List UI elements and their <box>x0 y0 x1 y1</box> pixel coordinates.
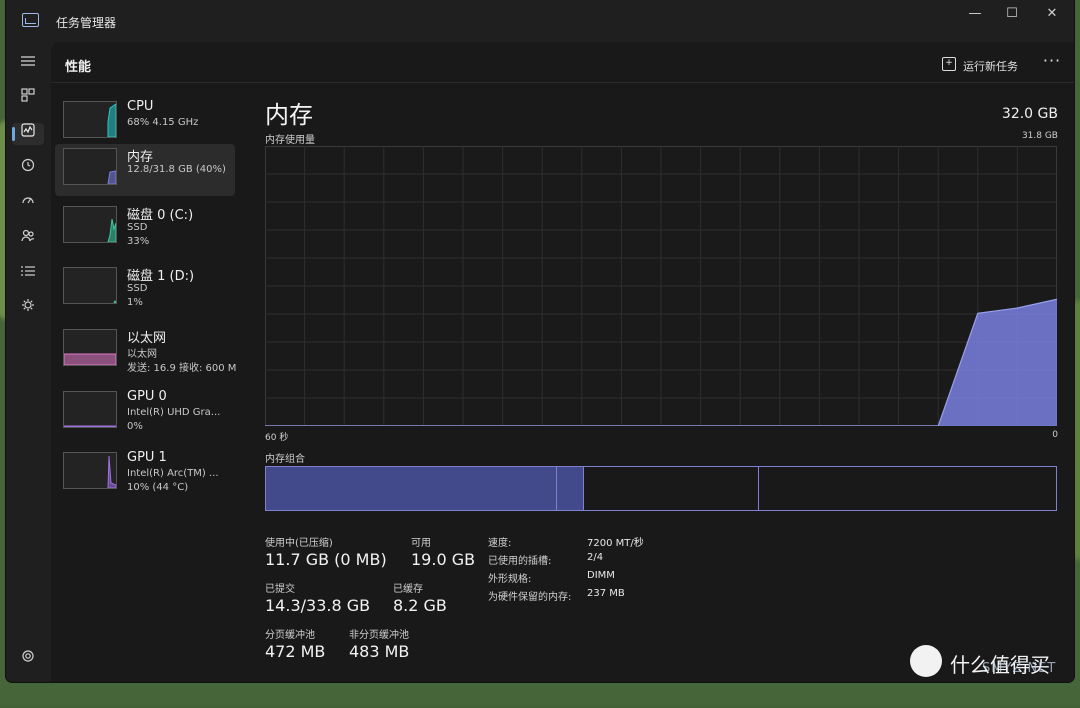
spec-reserved-value: 237 MB <box>587 588 625 599</box>
resource-thumbnail-graph <box>63 391 117 428</box>
in-use-value: 11.7 GB (0 MB) <box>265 550 387 569</box>
resource-thumbnail-graph <box>63 101 117 138</box>
resource-detail: 12.8/31.8 GB (40%) <box>127 164 226 175</box>
header-divider <box>51 82 1074 83</box>
spec-slots-value: 2/4 <box>587 552 604 563</box>
history-icon[interactable] <box>17 157 39 179</box>
resource-detail: Intel(R) Arc(TM) ... <box>127 468 219 479</box>
resource-name: 磁盘 0 (C:) <box>127 208 194 223</box>
resource-name: GPU 1 <box>127 450 167 465</box>
window-title: 任务管理器 <box>56 16 117 30</box>
cached-value: 8.2 GB <box>393 596 447 615</box>
resource-thumbnail-graph <box>63 206 117 243</box>
nav-active-indicator <box>12 127 15 141</box>
resource-detail: SSD <box>127 283 148 294</box>
task-manager-app-icon <box>22 13 39 27</box>
resource-name: 磁盘 1 (D:) <box>127 269 195 284</box>
resource-item[interactable]: 内存 12.8/31.8 GB (40%) <box>55 144 235 196</box>
resource-detail: 以太网 <box>127 349 157 360</box>
resource-detail-secondary: 10% (44 °C) <box>127 482 189 493</box>
usage-chart-label: 内存使用量 <box>265 135 315 146</box>
spec-slots-key: 已使用的插槽: <box>488 556 552 567</box>
settings-icon[interactable] <box>17 648 39 670</box>
in-use-label: 使用中(已压缩) <box>265 538 333 549</box>
task-manager-window: 任务管理器 — ☐ ✕ 性能 + 运行新任务 ··· CPU 68% 4.15 … <box>6 0 1074 682</box>
composition-modified-segment[interactable] <box>556 467 585 510</box>
resource-name: 以太网 <box>127 331 167 346</box>
performance-icon[interactable] <box>17 122 39 144</box>
run-new-task-icon[interactable]: + <box>942 57 956 71</box>
resource-name: 内存 <box>127 150 154 165</box>
cached-label: 已缓存 <box>393 584 423 595</box>
resource-item[interactable]: GPU 0 Intel(R) UHD Gra... 0% <box>55 387 235 439</box>
resource-item[interactable]: 磁盘 0 (C:) SSD 33% <box>55 202 235 254</box>
run-new-task-button[interactable]: 运行新任务 <box>963 58 1018 74</box>
available-value: 19.0 GB <box>411 550 476 569</box>
more-options-icon[interactable]: ··· <box>1041 52 1063 74</box>
resource-name: GPU 0 <box>127 389 167 404</box>
spec-speed-key: 速度: <box>488 538 512 549</box>
nonpaged-pool-label: 非分页缓冲池 <box>349 630 409 641</box>
usage-chart-max: 31.8 GB <box>1021 131 1058 141</box>
resource-item[interactable]: GPU 1 Intel(R) Arc(TM) ... 10% (44 °C) <box>55 448 235 500</box>
resource-thumbnail-graph <box>63 148 117 185</box>
memory-total: 32.0 GB <box>1001 106 1058 122</box>
resource-detail-secondary: 1% <box>127 297 143 308</box>
resource-detail-secondary: 发送: 16.9 接收: 600 M <box>127 363 237 374</box>
resource-item[interactable]: CPU 68% 4.15 GHz <box>55 97 235 149</box>
resource-detail: 68% 4.15 GHz <box>127 117 199 128</box>
composition-free-segment[interactable] <box>759 467 1056 510</box>
minimize-button[interactable]: — <box>961 5 989 23</box>
watermark-subtext: SMYZ.NET <box>982 661 1057 676</box>
committed-label: 已提交 <box>265 584 295 595</box>
paged-pool-label: 分页缓冲池 <box>265 630 315 641</box>
available-label: 可用 <box>411 538 431 549</box>
memory-composition-bar[interactable] <box>265 466 1057 511</box>
composition-standby-segment[interactable] <box>584 467 759 510</box>
resource-name: CPU <box>127 99 154 114</box>
committed-value: 14.3/33.8 GB <box>265 596 371 615</box>
resource-thumbnail-graph <box>63 452 117 489</box>
resource-thumbnail-graph <box>63 329 117 366</box>
spec-reserved-key: 为硬件保留的内存: <box>488 592 572 603</box>
resource-detail: Intel(R) UHD Gra... <box>127 407 221 418</box>
axis-left-label: 60 秒 <box>265 433 289 443</box>
processes-icon[interactable] <box>17 87 39 109</box>
composition-in-use-segment[interactable] <box>266 467 557 510</box>
resource-detail-secondary: 0% <box>127 421 143 432</box>
nonpaged-pool-value: 483 MB <box>349 642 410 661</box>
memory-usage-chart <box>265 146 1057 426</box>
paged-pool-value: 472 MB <box>265 642 326 661</box>
resource-detail: SSD <box>127 222 148 233</box>
spec-form-value: DIMM <box>587 570 615 581</box>
composition-label: 内存组合 <box>265 454 305 465</box>
resource-detail-secondary: 33% <box>127 236 150 247</box>
resource-item[interactable]: 磁盘 1 (D:) SSD 1% <box>55 263 235 315</box>
close-button[interactable]: ✕ <box>1038 5 1066 23</box>
services-icon[interactable] <box>17 297 39 319</box>
page-title: 性能 <box>65 60 92 75</box>
spec-form-key: 外形规格: <box>488 574 532 585</box>
resource-item[interactable]: 以太网 以太网 发送: 16.9 接收: 600 M <box>55 325 236 377</box>
details-icon[interactable] <box>17 262 39 284</box>
startup-icon[interactable] <box>17 192 39 214</box>
title-bar: 任务管理器 — ☐ ✕ <box>6 0 1074 42</box>
spec-speed-value: 7200 MT/秒 <box>587 538 644 549</box>
resource-title: 内存 <box>265 101 313 129</box>
axis-right-label: 0 <box>1052 430 1058 440</box>
resource-thumbnail-graph <box>63 267 117 304</box>
maximize-button[interactable]: ☐ <box>998 5 1026 23</box>
hamburger-icon[interactable] <box>17 52 39 74</box>
users-icon[interactable] <box>17 227 39 249</box>
performance-panel: 性能 + 运行新任务 ··· CPU 68% 4.15 GHz 内存 12.8/31.… <box>51 42 1074 682</box>
watermark-logo-icon <box>910 645 942 677</box>
